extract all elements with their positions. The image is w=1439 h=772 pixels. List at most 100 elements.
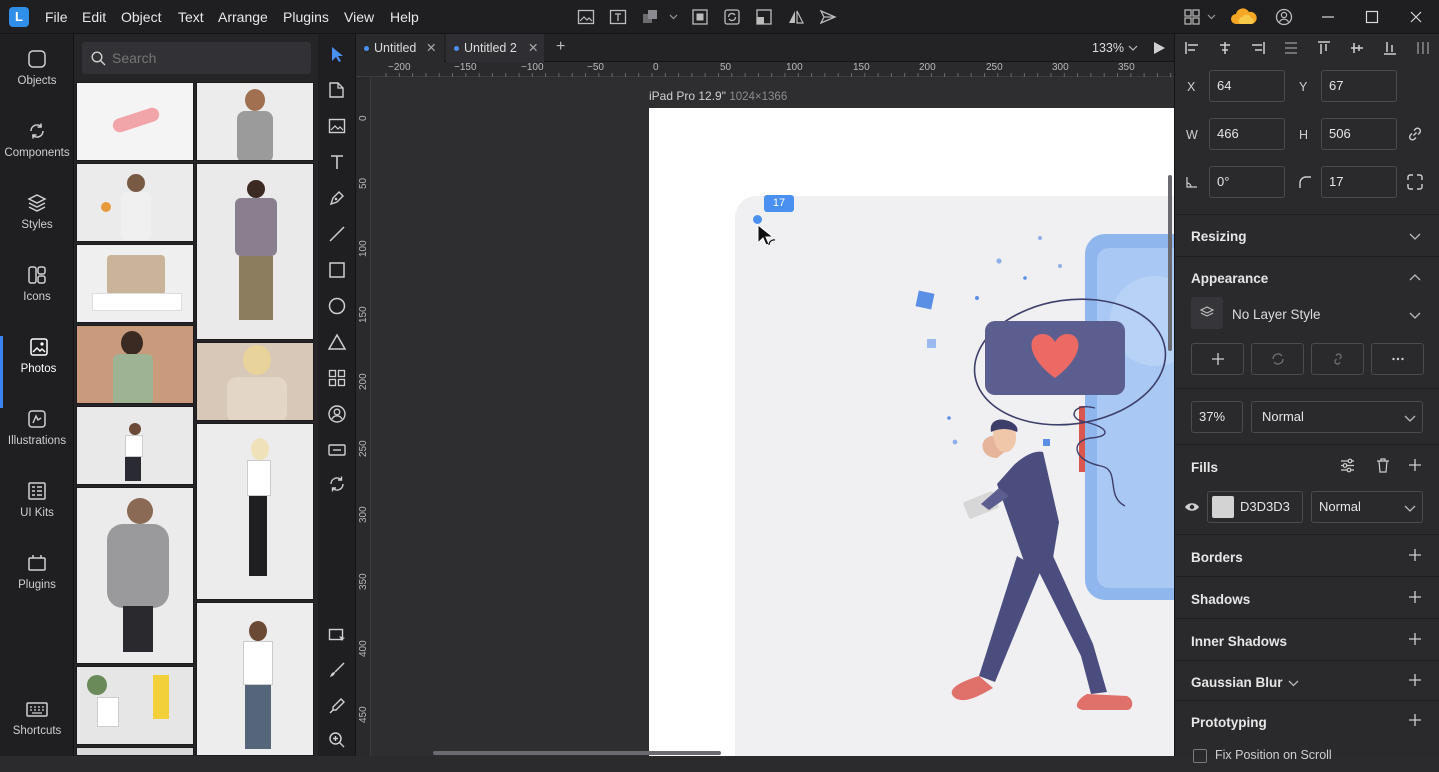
user-account-icon[interactable]	[1275, 8, 1293, 26]
text-frame-icon[interactable]	[609, 8, 627, 26]
button-tool-icon[interactable]	[327, 440, 347, 460]
align-bottom-icon[interactable]	[1382, 40, 1398, 56]
artboard-tool-icon[interactable]	[327, 80, 347, 100]
grid-apps-icon[interactable]	[1183, 8, 1201, 26]
photo-thumbnail[interactable]	[76, 163, 194, 242]
independent-corners-icon[interactable]	[1406, 173, 1424, 191]
shadows-section[interactable]: Shadows	[1175, 576, 1439, 618]
chevron-down-icon[interactable]	[1409, 311, 1421, 319]
slice-tool-icon[interactable]	[327, 624, 347, 644]
fill-color-input[interactable]: D3D3D3	[1207, 491, 1303, 523]
zoom-tool-icon[interactable]	[327, 730, 347, 750]
cloud-icon[interactable]	[1230, 6, 1258, 28]
close-window-icon[interactable]	[1408, 9, 1424, 25]
horizontal-scrollbar[interactable]	[433, 751, 721, 755]
add-style-button[interactable]	[1191, 343, 1244, 375]
photo-thumbnail[interactable]	[76, 82, 194, 161]
nav-icons[interactable]: Icons	[0, 264, 74, 336]
prototyping-section[interactable]: Prototyping Fix Position on Scroll	[1175, 700, 1439, 763]
opacity-input[interactable]: 37%	[1191, 401, 1243, 433]
align-center-icon[interactable]	[1217, 40, 1233, 56]
close-tab-icon[interactable]: ✕	[528, 34, 538, 62]
inner-shadows-section[interactable]: Inner Shadows	[1175, 618, 1439, 660]
menu-arrange[interactable]: Arrange	[218, 9, 268, 25]
height-input[interactable]: 506	[1321, 118, 1397, 150]
design-canvas[interactable]: iPad Pro 12.9" 1024×1366 17	[371, 77, 1174, 756]
send-icon[interactable]	[819, 8, 837, 26]
menu-file[interactable]: File	[45, 9, 68, 25]
photo-thumbnail[interactable]	[196, 82, 314, 161]
fill-color-swatch[interactable]	[1212, 496, 1234, 518]
menu-help[interactable]: Help	[390, 9, 419, 25]
select-tool-icon[interactable]	[327, 44, 347, 64]
menu-view[interactable]: View	[344, 9, 374, 25]
link-constrain-icon[interactable]	[1407, 126, 1423, 142]
chevron-down-icon[interactable]	[669, 13, 678, 21]
more-style-button[interactable]	[1371, 343, 1424, 375]
photo-thumbnail[interactable]	[76, 747, 194, 756]
photo-thumbnail[interactable]	[196, 602, 314, 756]
flip-icon[interactable]	[787, 8, 805, 26]
rotate-icon[interactable]	[723, 8, 741, 26]
detach-style-button[interactable]	[1311, 343, 1364, 375]
add-blur-icon[interactable]	[1408, 673, 1422, 687]
nav-ui-kits[interactable]: UI Kits	[0, 480, 74, 552]
nav-illustrations[interactable]: Illustrations	[0, 408, 74, 480]
tab-untitled[interactable]: Untitled ✕	[356, 34, 444, 62]
image-tool-icon[interactable]	[327, 116, 347, 136]
maximize-icon[interactable]	[1364, 9, 1380, 25]
fill-settings-icon[interactable]	[1339, 457, 1356, 474]
nav-styles[interactable]: Styles	[0, 192, 74, 264]
grid-tool-icon[interactable]	[327, 368, 347, 388]
x-input[interactable]: 64	[1209, 70, 1285, 102]
fix-position-checkbox[interactable]	[1193, 749, 1207, 763]
add-border-icon[interactable]	[1408, 548, 1422, 562]
mask-icon[interactable]	[691, 8, 709, 26]
rectangle-tool-icon[interactable]	[327, 260, 347, 280]
photo-thumbnail[interactable]	[196, 163, 314, 340]
sync-style-button[interactable]	[1251, 343, 1304, 375]
boolean-icon[interactable]	[641, 8, 659, 26]
text-tool-icon[interactable]	[327, 152, 347, 172]
resizing-section[interactable]: Resizing	[1175, 214, 1439, 256]
search-box[interactable]	[82, 42, 311, 74]
nav-plugins[interactable]: Plugins	[0, 552, 74, 624]
loop-tool-icon[interactable]	[327, 474, 347, 494]
brush-tool-icon[interactable]	[327, 660, 347, 680]
fill-blend-select[interactable]: Normal	[1311, 491, 1423, 523]
menu-edit[interactable]: Edit	[82, 9, 106, 25]
align-middle-icon[interactable]	[1349, 40, 1365, 56]
app-logo[interactable]: L	[9, 7, 29, 27]
zoom-level[interactable]: 133%	[1092, 41, 1124, 55]
photo-thumbnail[interactable]	[76, 325, 194, 404]
line-tool-icon[interactable]	[327, 224, 347, 244]
tab-untitled-2[interactable]: Untitled 2 ✕	[446, 34, 544, 62]
chevron-down-icon[interactable]	[1288, 679, 1299, 687]
photo-thumbnail[interactable]	[76, 406, 194, 485]
scale-icon[interactable]	[755, 8, 773, 26]
photo-thumbnail[interactable]	[76, 666, 194, 745]
artboard[interactable]: 17	[649, 108, 1174, 756]
add-tab-icon[interactable]: +	[556, 38, 565, 56]
nav-objects[interactable]: Objects	[0, 48, 74, 120]
chevron-up-icon[interactable]	[1409, 274, 1421, 282]
blend-mode-select[interactable]: Normal	[1251, 401, 1423, 433]
photo-thumbnail[interactable]	[76, 244, 194, 323]
menu-plugins[interactable]: Plugins	[283, 9, 329, 25]
distribute-vertical-icon[interactable]	[1415, 40, 1431, 56]
eyedropper-tool-icon[interactable]	[327, 696, 347, 716]
gaussian-blur-section[interactable]: Gaussian Blur	[1175, 660, 1439, 700]
align-right-icon[interactable]	[1250, 40, 1266, 56]
align-left-icon[interactable]	[1184, 40, 1200, 56]
play-preview-icon[interactable]	[1152, 41, 1166, 55]
nav-components[interactable]: Components	[0, 120, 74, 192]
vertical-scrollbar[interactable]	[1168, 175, 1172, 351]
triangle-tool-icon[interactable]	[327, 332, 347, 352]
artboard-title[interactable]: iPad Pro 12.9" 1024×1366	[649, 89, 787, 103]
avatar-tool-icon[interactable]	[327, 404, 347, 424]
chevron-down-icon[interactable]	[1409, 232, 1421, 240]
menu-text[interactable]: Text	[178, 9, 204, 25]
radius-input[interactable]: 17	[1321, 166, 1397, 198]
add-fill-icon[interactable]	[1408, 458, 1422, 472]
add-inner-shadow-icon[interactable]	[1408, 632, 1422, 646]
